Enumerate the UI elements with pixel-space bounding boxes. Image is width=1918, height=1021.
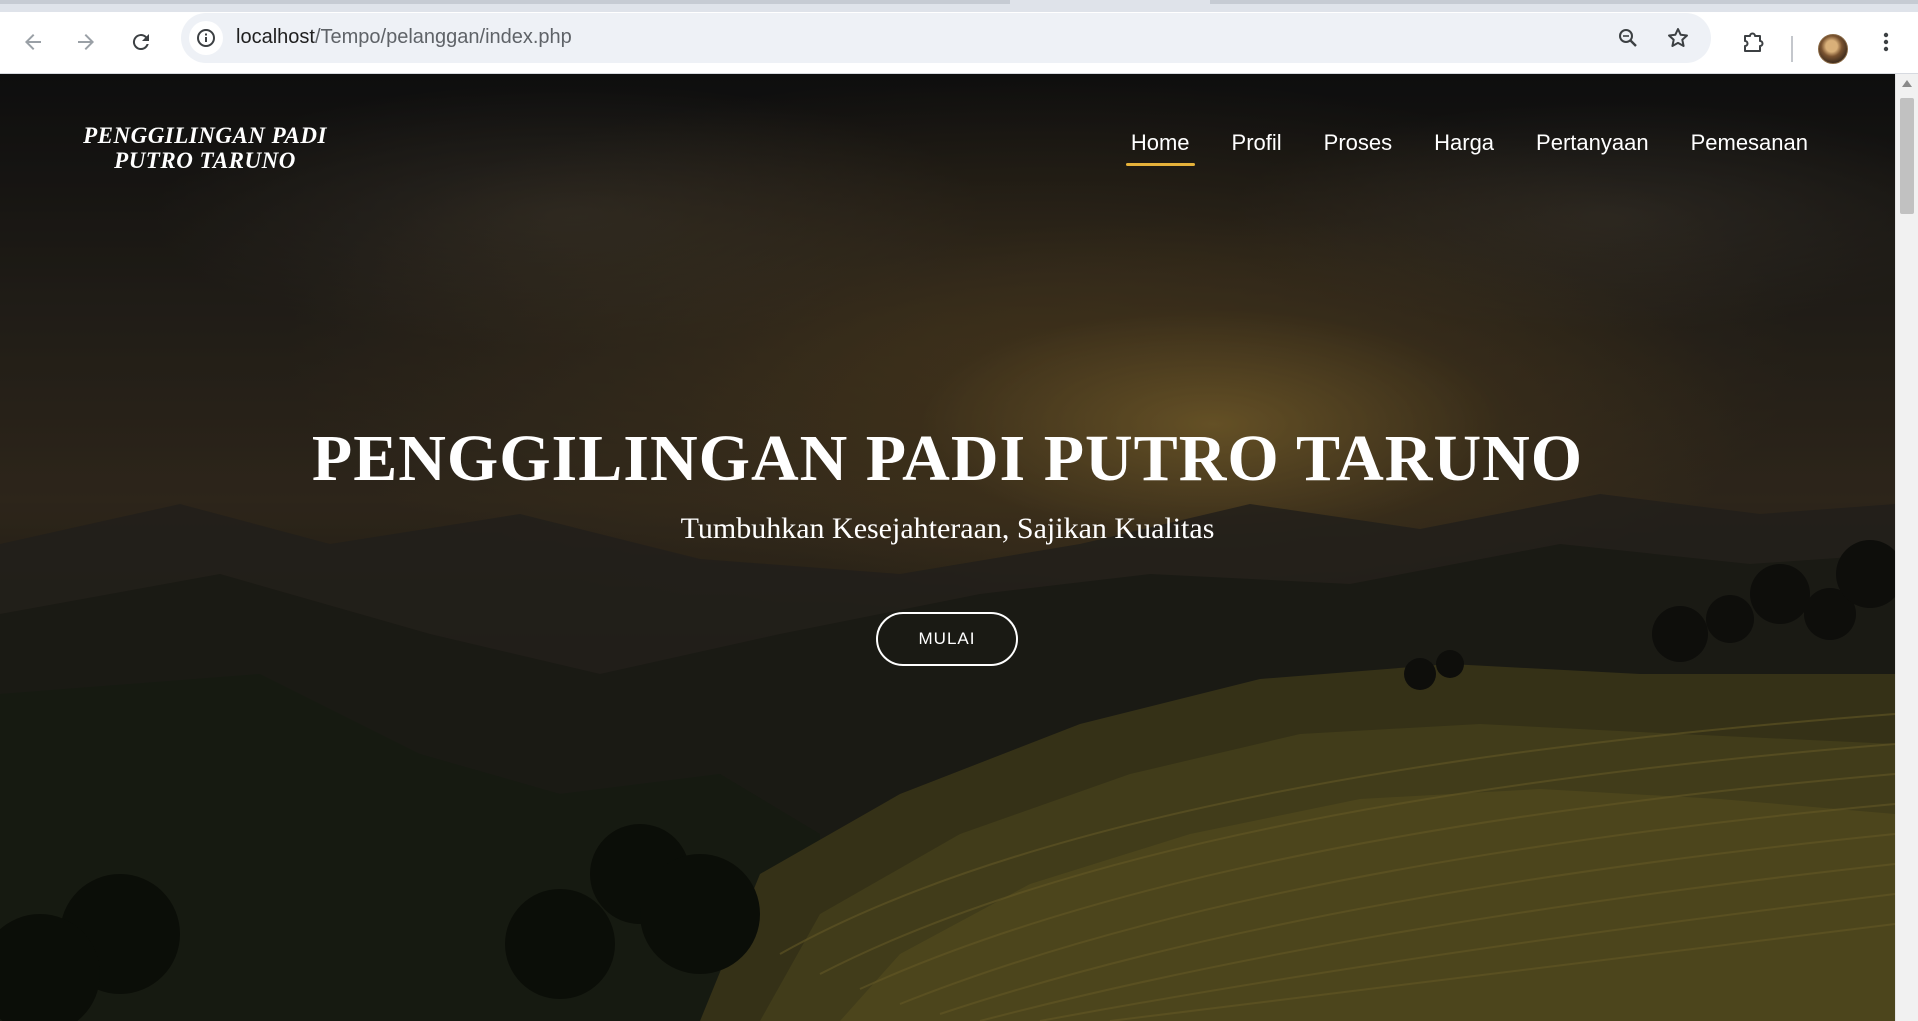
hero-title: PENGGILINGAN PADI PUTRO TARUNO	[311, 422, 1584, 495]
scroll-up-arrow-icon[interactable]	[1902, 80, 1912, 87]
site-info-button[interactable]	[189, 21, 223, 55]
zoom-button[interactable]	[1611, 21, 1645, 55]
tab-edge	[0, 0, 1010, 4]
page-viewport: PENGGILINGAN PADI PUTRO TARUNO Home Prof…	[0, 74, 1895, 1021]
arrow-left-icon	[25, 34, 41, 50]
url-path: /Tempo/pelanggan/index.php	[314, 26, 572, 48]
nav-item-proses[interactable]: Proses	[1303, 123, 1413, 163]
info-icon	[197, 29, 215, 47]
star-icon	[1668, 28, 1688, 47]
reload-icon	[132, 34, 149, 51]
address-bar[interactable]: localhost/Tempo/pelanggan/index.php	[181, 13, 1711, 63]
brand-line-2: PUTRO TARUNO	[114, 148, 296, 173]
forward-button[interactable]	[66, 22, 106, 62]
nav-item-home[interactable]: Home	[1110, 123, 1211, 166]
page-scrollbar[interactable]	[1895, 74, 1918, 1021]
hero-subtitle: Tumbuhkan Kesejahteraan, Sajikan Kualita…	[680, 512, 1215, 545]
mulai-button[interactable]: MULAI	[876, 612, 1018, 666]
kebab-menu-icon	[1883, 32, 1889, 52]
nav-item-harga[interactable]: Harga	[1413, 123, 1515, 163]
profile-avatar[interactable]	[1818, 34, 1848, 64]
extensions-button[interactable]	[1733, 22, 1773, 62]
scrollbar-thumb[interactable]	[1900, 98, 1914, 214]
nav-item-profil[interactable]: Profil	[1211, 123, 1303, 163]
reload-button[interactable]	[121, 22, 161, 62]
nav-item-pemesanan[interactable]: Pemesanan	[1670, 123, 1829, 163]
url-host: localhost	[236, 26, 315, 48]
zoom-icon	[1619, 29, 1637, 47]
site-brand-logo[interactable]: PENGGILINGAN PADI PUTRO TARUNO	[60, 123, 350, 173]
brand-line-1: PENGGILINGAN PADI	[83, 123, 327, 148]
arrow-right-icon	[78, 34, 94, 50]
puzzle-icon	[1744, 32, 1764, 52]
browser-menu-button[interactable]	[1866, 22, 1906, 62]
browser-tab-strip	[0, 0, 1918, 12]
url-text[interactable]: localhost/Tempo/pelanggan/index.php	[236, 26, 572, 49]
browser-toolbar: localhost/Tempo/pelanggan/index.php	[0, 12, 1918, 74]
nav-item-pertanyaan[interactable]: Pertanyaan	[1515, 123, 1670, 163]
back-button[interactable]	[13, 22, 53, 62]
hero-dark-overlay	[0, 74, 1895, 1021]
bookmark-button[interactable]	[1661, 21, 1695, 55]
main-navigation: Home Profil Proses Harga Pertanyaan Peme…	[1110, 123, 1829, 166]
toolbar-divider	[1791, 36, 1793, 62]
tab-edge	[1210, 0, 1918, 4]
